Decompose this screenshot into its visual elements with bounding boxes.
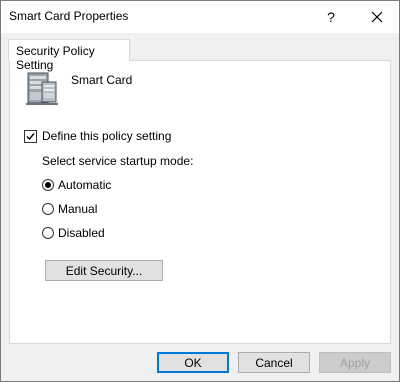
apply-button[interactable]: Apply	[319, 352, 391, 373]
service-name: Smart Card	[71, 73, 133, 87]
radio-manual[interactable]: Manual	[42, 202, 97, 216]
window-title: Smart Card Properties	[9, 9, 129, 23]
radio-label-manual: Manual	[58, 202, 98, 216]
define-policy-checkbox-row[interactable]: Define this policy setting	[24, 129, 171, 143]
server-icon	[24, 72, 60, 106]
radio-button-automatic[interactable]	[42, 179, 54, 191]
title-bar: Smart Card Properties ?	[1, 1, 399, 33]
radio-selected-dot	[45, 182, 51, 188]
radio-disabled[interactable]: Disabled	[42, 226, 105, 240]
radio-button-disabled[interactable]	[42, 227, 54, 239]
properties-dialog: Smart Card Properties ? Security Policy …	[0, 0, 400, 382]
radio-label-automatic: Automatic	[58, 178, 112, 192]
close-button[interactable]	[361, 1, 393, 33]
radio-button-manual[interactable]	[42, 203, 54, 215]
radio-automatic[interactable]: Automatic	[42, 178, 111, 192]
edit-security-button[interactable]: Edit Security...	[45, 260, 163, 281]
help-button[interactable]: ?	[317, 1, 345, 33]
define-policy-label: Define this policy setting	[42, 129, 172, 143]
cancel-button[interactable]: Cancel	[238, 352, 310, 373]
tab-panel: Smart Card Define this policy setting Se…	[9, 60, 391, 344]
close-icon	[371, 11, 383, 23]
startup-mode-label: Select service startup mode:	[42, 154, 194, 168]
checkmark-icon	[26, 132, 35, 140]
define-policy-checkbox[interactable]	[24, 129, 37, 143]
ok-button[interactable]: OK	[157, 352, 229, 373]
tab-security-policy-setting[interactable]: Security Policy Setting	[8, 39, 130, 72]
tab-label: Security Policy Setting	[16, 44, 95, 72]
radio-label-disabled: Disabled	[58, 226, 105, 240]
